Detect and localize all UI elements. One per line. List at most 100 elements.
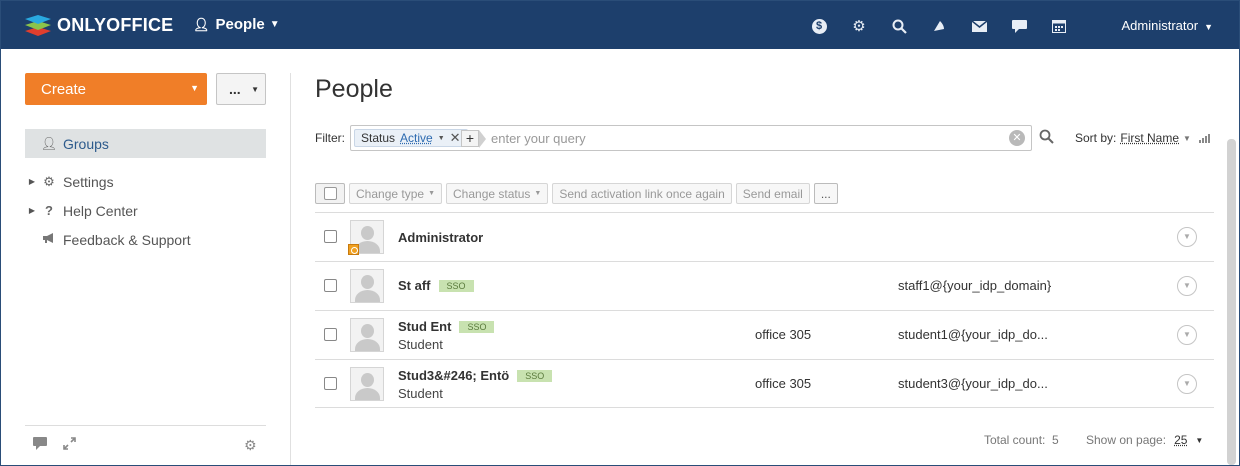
chevron-down-icon[interactable]: ▼ <box>1195 436 1203 445</box>
expand-arrow-icon[interactable]: ▶ <box>25 177 39 186</box>
page-size: Show on page: 25 ▼ <box>1086 433 1203 447</box>
sidebar-item-feedback[interactable]: Feedback & Support <box>25 225 266 254</box>
chip-key: Status <box>361 131 396 145</box>
chevron-down-icon: ▼ <box>251 85 259 94</box>
more-label: ... <box>229 81 241 97</box>
user-name: Administrator <box>1121 18 1199 33</box>
sort-value[interactable]: First Name <box>1120 131 1179 145</box>
top-header: ONLYOFFICE 👤︎ People ▼ $ ⚙ Administrator… <box>1 1 1239 49</box>
add-filter-button[interactable]: + <box>461 130 479 147</box>
button-label: Send email <box>742 186 803 201</box>
more-button[interactable]: ... ▼ <box>216 73 266 105</box>
sort-by: Sort by: First Name ▼ <box>1075 131 1210 145</box>
search-icon[interactable] <box>1039 129 1054 148</box>
row-menu-icon[interactable]: ▼ <box>1177 227 1197 247</box>
chip-value[interactable]: Active <box>400 131 433 145</box>
user-icon: 👤︎ <box>40 135 58 151</box>
gear-icon: ⚙ <box>43 173 55 189</box>
table-row[interactable]: St aff SSO staff1@{your_idp_domain} ▼ <box>315 261 1214 310</box>
sso-badge: SSO <box>438 279 474 292</box>
user-office: office 305 <box>755 376 812 391</box>
table-row[interactable]: Administrator ▼ <box>315 212 1214 261</box>
expand-arrow-icon[interactable]: ▶ <box>25 206 39 215</box>
chevron-down-icon: ▼ <box>269 19 280 30</box>
module-switcher[interactable]: 👤︎ People ▼ <box>193 16 280 33</box>
page-title: People <box>315 75 393 103</box>
table-row[interactable]: Stud3&#246; Entö SSO Student office 305 s… <box>315 359 1214 408</box>
header-icons: $ ⚙ <box>799 15 1079 37</box>
avatar[interactable] <box>350 318 384 352</box>
person-icon: 👤︎ <box>193 16 210 32</box>
row-checkbox[interactable] <box>324 328 337 341</box>
user-email: student3@{your_idp_do... <box>898 376 1048 391</box>
talk-icon[interactable] <box>999 15 1039 37</box>
row-checkbox[interactable] <box>324 230 337 243</box>
row-menu-icon[interactable]: ▼ <box>1177 325 1197 345</box>
sso-badge: SSO <box>517 369 553 382</box>
avatar[interactable] <box>350 367 384 401</box>
avatar[interactable] <box>350 269 384 303</box>
button-label: Send activation link once again <box>559 186 725 201</box>
filter-label: Filter: <box>315 131 345 145</box>
change-type-button[interactable]: Change type ▼ <box>349 183 442 204</box>
user-office: office 305 <box>755 327 812 342</box>
sidebar: Create ▼ ... ▼ 👤︎ Groups ▶ ⚙ Settings ▶ … <box>1 49 291 465</box>
send-activation-button[interactable]: Send activation link once again <box>552 183 732 204</box>
more-actions-button[interactable]: ... <box>813 183 838 204</box>
gear-icon[interactable]: ⚙ <box>244 437 257 454</box>
sort-order-icon[interactable] <box>1198 133 1210 143</box>
page-size-value[interactable]: 25 <box>1174 433 1187 447</box>
user-email: student1@{your_idp_do... <box>898 327 1048 342</box>
row-checkbox[interactable] <box>324 377 337 390</box>
chevron-down-icon: ▼ <box>190 83 199 93</box>
sidebar-item-help-center[interactable]: ▶ ? Help Center <box>25 196 266 225</box>
select-all-checkbox[interactable] <box>315 183 345 204</box>
sort-label: Sort by: <box>1075 131 1117 145</box>
clear-filter-icon[interactable]: ✕ <box>1009 130 1025 146</box>
settings-icon[interactable]: ⚙ <box>839 15 879 37</box>
people-table: Administrator ▼ St aff SSO staff1@{your_i… <box>315 212 1214 408</box>
sidebar-item-settings[interactable]: ▶ ⚙ Settings <box>25 167 266 196</box>
action-bar: Change type ▼ Change status ▼ Send activat… <box>315 183 838 204</box>
user-menu[interactable]: Administrator ▼ <box>1122 18 1214 33</box>
search-icon[interactable] <box>879 15 919 37</box>
send-email-button[interactable]: Send email <box>735 183 810 204</box>
payments-icon[interactable]: $ <box>799 15 839 37</box>
user-title: Student <box>398 337 443 352</box>
change-status-button[interactable]: Change status ▼ <box>446 183 549 204</box>
user-title: Student <box>398 386 443 401</box>
feed-icon[interactable] <box>919 15 959 37</box>
create-button[interactable]: Create ▼ <box>25 73 207 105</box>
total-label: Total count: <box>984 433 1046 447</box>
total-value: 5 <box>1052 433 1059 447</box>
page-size-label: Show on page: <box>1086 433 1167 447</box>
filter-chip-status[interactable]: Status Active ▼ ✕ <box>354 129 468 147</box>
table-row[interactable]: Stud Ent SSO Student office 305 student1@… <box>315 310 1214 359</box>
sidebar-separator <box>290 73 291 465</box>
remove-filter-icon[interactable]: ✕ <box>450 130 461 146</box>
chevron-down-icon: ▼ <box>1204 22 1213 32</box>
row-menu-icon[interactable]: ▼ <box>1177 276 1197 296</box>
sidebar-item-groups[interactable]: 👤︎ Groups <box>25 129 266 158</box>
sidebar-item-label: Settings <box>63 173 114 190</box>
calendar-icon[interactable] <box>1039 15 1079 37</box>
onlyoffice-logo[interactable]: ONLYOFFICE <box>25 13 173 37</box>
megaphone-icon <box>39 232 59 247</box>
row-checkbox[interactable] <box>324 279 337 292</box>
sso-badge: SSO <box>459 320 495 333</box>
row-menu-icon[interactable]: ▼ <box>1177 374 1197 394</box>
vertical-scrollbar[interactable] <box>1227 139 1236 465</box>
user-name[interactable]: St aff SSO <box>398 278 474 293</box>
chevron-down-icon: ▼ <box>428 190 435 197</box>
expand-icon[interactable] <box>63 437 76 453</box>
user-name[interactable]: Stud3&#246; Entö SSO <box>398 368 553 383</box>
create-label: Create <box>41 80 87 98</box>
user-name[interactable]: Stud Ent SSO <box>398 319 495 334</box>
mail-icon[interactable] <box>959 15 999 37</box>
search-input[interactable] <box>491 129 1001 147</box>
chevron-down-icon[interactable]: ▼ <box>1183 134 1191 143</box>
sidebar-divider <box>25 425 266 426</box>
chevron-down-icon: ▼ <box>437 134 445 142</box>
chat-icon[interactable] <box>33 437 47 453</box>
user-name[interactable]: Administrator <box>398 230 483 245</box>
